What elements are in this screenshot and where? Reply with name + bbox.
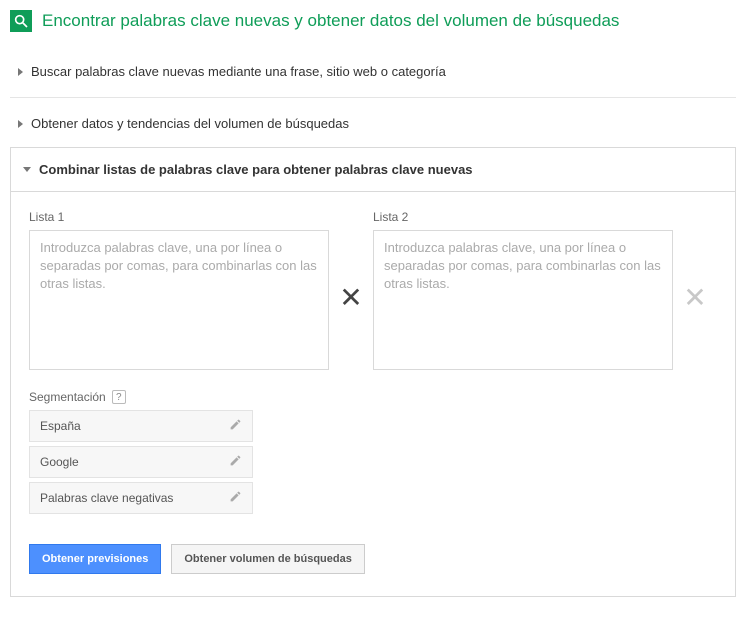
accordion-label: Obtener datos y tendencias del volumen d… xyxy=(31,116,349,131)
pencil-icon xyxy=(229,490,242,506)
segmentation-row-network[interactable]: Google xyxy=(29,446,253,478)
panel-body: Lista 1 ✕ Lista 2 ✕ Segmentación ? Españ… xyxy=(11,192,735,596)
segmentation-label: Segmentación xyxy=(29,390,106,404)
divider xyxy=(10,97,736,98)
list-1-label: Lista 1 xyxy=(29,210,329,224)
caret-right-icon xyxy=(18,120,23,128)
get-forecasts-button[interactable]: Obtener previsiones xyxy=(29,544,161,574)
accordion-label: Buscar palabras clave nuevas mediante un… xyxy=(31,64,446,79)
search-icon xyxy=(10,10,32,32)
segmentation-value: Palabras clave negativas xyxy=(40,491,173,505)
get-search-volume-button[interactable]: Obtener volumen de búsquedas xyxy=(171,544,364,574)
pencil-icon xyxy=(229,454,242,470)
segmentation-row-location[interactable]: España xyxy=(29,410,253,442)
accordion-item-search-new[interactable]: Buscar palabras clave nuevas mediante un… xyxy=(10,50,736,93)
list-2-column: Lista 2 xyxy=(373,210,673,370)
keyword-lists-row: Lista 1 ✕ Lista 2 ✕ xyxy=(29,210,717,370)
accordion-item-volume-data[interactable]: Obtener datos y tendencias del volumen d… xyxy=(10,102,736,145)
segmentation-value: Google xyxy=(40,455,79,469)
pencil-icon xyxy=(229,418,242,434)
page-header: Encontrar palabras clave nuevas y obtene… xyxy=(10,10,736,32)
segmentation-section: Segmentación ? España Google Palabras cl… xyxy=(29,390,717,514)
caret-down-icon xyxy=(23,167,31,172)
accordion-label: Combinar listas de palabras clave para o… xyxy=(39,162,473,177)
list-1-column: Lista 1 xyxy=(29,210,329,370)
accordion-item-combine-lists: Combinar listas de palabras clave para o… xyxy=(10,147,736,597)
list-2-label: Lista 2 xyxy=(373,210,673,224)
page-title: Encontrar palabras clave nuevas y obtene… xyxy=(42,11,619,31)
segmentation-title: Segmentación ? xyxy=(29,390,717,404)
button-row: Obtener previsiones Obtener volumen de b… xyxy=(29,544,717,574)
accordion-header-combine[interactable]: Combinar listas de palabras clave para o… xyxy=(11,148,735,192)
list-2-textarea[interactable] xyxy=(373,230,673,370)
multiply-icon-disabled: ✕ xyxy=(673,281,717,314)
multiply-icon: ✕ xyxy=(329,281,373,314)
help-icon[interactable]: ? xyxy=(112,390,126,404)
segmentation-value: España xyxy=(40,419,81,433)
list-1-textarea[interactable] xyxy=(29,230,329,370)
segmentation-row-negative-keywords[interactable]: Palabras clave negativas xyxy=(29,482,253,514)
caret-right-icon xyxy=(18,68,23,76)
